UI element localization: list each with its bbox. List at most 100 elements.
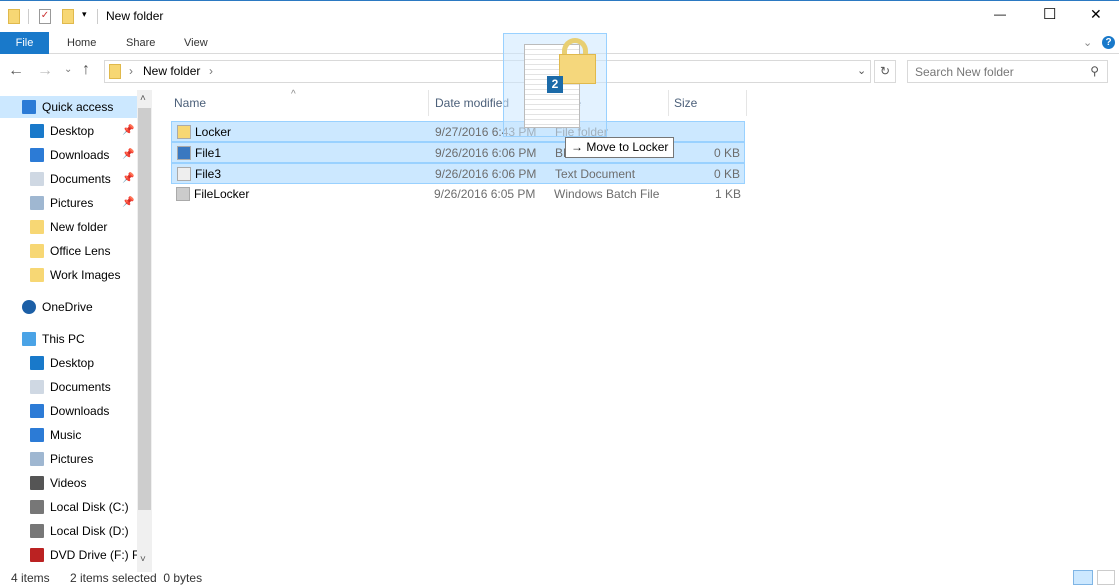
pictures-icon bbox=[30, 196, 44, 210]
file-name: Locker bbox=[195, 125, 232, 139]
drive-icon bbox=[30, 500, 44, 514]
pin-icon[interactable]: 📌 bbox=[122, 192, 134, 214]
sidebar-item-label: Pictures bbox=[50, 196, 94, 210]
file-date: 9/26/2016 6:06 PM bbox=[435, 167, 537, 181]
column-label: Size bbox=[674, 96, 698, 110]
back-icon[interactable]: ← bbox=[8, 62, 24, 80]
file-size: 0 KB bbox=[713, 146, 740, 160]
documents-icon bbox=[30, 172, 44, 186]
breadcrumb-separator: › bbox=[129, 64, 133, 78]
download-icon bbox=[30, 148, 44, 162]
large-icons-view-button[interactable] bbox=[1097, 570, 1115, 585]
scroll-down-icon[interactable]: ˅ bbox=[140, 554, 146, 565]
text-file-icon bbox=[177, 167, 191, 181]
folder-icon bbox=[109, 64, 121, 79]
expand-ribbon-icon[interactable]: ⌄ bbox=[1083, 32, 1092, 54]
details-view-button[interactable] bbox=[1073, 570, 1093, 585]
sidebar-item[interactable]: Music bbox=[0, 424, 137, 446]
pin-icon[interactable]: 📌 bbox=[122, 144, 134, 166]
scroll-up-icon[interactable]: ˄ bbox=[140, 93, 146, 104]
close-button[interactable]: ✕ bbox=[1090, 6, 1102, 23]
up-icon[interactable]: ↑ bbox=[82, 61, 90, 79]
sidebar-item[interactable]: Pictures bbox=[0, 448, 137, 470]
minimize-button[interactable]: — bbox=[994, 7, 1006, 21]
dvd-icon bbox=[30, 548, 44, 562]
sidebar-item[interactable]: Desktop bbox=[0, 352, 137, 374]
maximize-button[interactable]: ☐ bbox=[1043, 5, 1056, 23]
divider bbox=[97, 9, 98, 24]
folder-icon bbox=[177, 125, 191, 139]
sidebar-item[interactable]: OneDrive bbox=[0, 296, 137, 318]
forward-icon[interactable]: → bbox=[37, 62, 53, 80]
sidebar-item-label: Desktop bbox=[50, 124, 95, 138]
sidebar-item[interactable]: This PC bbox=[0, 328, 137, 350]
sidebar-item[interactable]: Documents bbox=[0, 376, 137, 398]
sidebar-item[interactable]: Quick access bbox=[0, 96, 137, 118]
sidebar-item-label: Downloads bbox=[50, 148, 110, 162]
sidebar-item-label: DVD Drive (F:) Fl bbox=[50, 548, 137, 562]
sidebar-scroll-thumb[interactable] bbox=[138, 108, 151, 510]
sidebar-item-label: Documents bbox=[50, 172, 111, 186]
sidebar-item[interactable]: Videos bbox=[0, 472, 137, 494]
help-icon[interactable]: ? bbox=[1102, 36, 1115, 49]
file-date: 9/26/2016 6:06 PM bbox=[435, 146, 537, 160]
videos-icon bbox=[30, 476, 44, 490]
column-label: Name bbox=[174, 96, 207, 110]
file-row[interactable]: File3 9/26/2016 6:06 PM Text Document 0 … bbox=[171, 163, 745, 184]
column-header-name[interactable]: Name ^ bbox=[169, 89, 429, 116]
sidebar-item-label: Videos bbox=[50, 476, 87, 490]
sidebar-item[interactable]: Work Images bbox=[0, 264, 137, 286]
file-name: File3 bbox=[195, 167, 222, 181]
pin-icon[interactable]: 📌 bbox=[122, 168, 134, 190]
tab-view[interactable]: View bbox=[184, 32, 208, 54]
customize-toolbar-icon[interactable]: ▾ bbox=[82, 9, 87, 20]
sidebar-item-label: New folder bbox=[50, 220, 108, 234]
file-size: 1 KB bbox=[714, 187, 741, 201]
star-icon bbox=[22, 100, 36, 114]
tab-home[interactable]: Home bbox=[67, 32, 96, 54]
desktop-icon bbox=[30, 356, 44, 370]
sidebar-item[interactable]: Office Lens bbox=[0, 240, 137, 262]
new-folder-icon[interactable] bbox=[62, 9, 74, 24]
sidebar-item[interactable]: Local Disk (C:) bbox=[0, 496, 137, 518]
file-name: FileLocker bbox=[194, 187, 250, 201]
sidebar-item[interactable]: Downloads 📌 bbox=[0, 144, 137, 166]
tooltip-text: Move to Locker bbox=[586, 140, 669, 154]
file-size: 0 KB bbox=[713, 167, 740, 181]
properties-icon[interactable]: ✓ bbox=[39, 9, 51, 24]
sidebar-item[interactable]: Downloads bbox=[0, 400, 137, 422]
sidebar-item-label: Downloads bbox=[50, 404, 110, 418]
download-icon bbox=[30, 404, 44, 418]
item-count: 4 items bbox=[11, 571, 50, 585]
sidebar-item[interactable]: Desktop 📌 bbox=[0, 120, 137, 142]
sidebar-item[interactable]: Local Disk (D:) bbox=[0, 520, 137, 542]
arrow-icon: → bbox=[571, 140, 583, 154]
column-label: Date modified bbox=[435, 96, 510, 110]
address-bar[interactable]: › New folder › ⌄ bbox=[104, 60, 871, 83]
sidebar-item-label: Work Images bbox=[50, 268, 121, 282]
window-title: New folder bbox=[106, 9, 164, 23]
pin-icon[interactable]: 📌 bbox=[122, 120, 134, 142]
onedrive-icon bbox=[22, 300, 36, 314]
selection-info: 2 items selected 0 bytes bbox=[70, 571, 203, 585]
desktop-icon bbox=[30, 124, 44, 138]
batch-file-icon bbox=[176, 187, 190, 201]
sidebar-item[interactable]: Pictures 📌 bbox=[0, 192, 137, 214]
sidebar-item[interactable]: Documents 📌 bbox=[0, 168, 137, 190]
sidebar-item[interactable]: New folder bbox=[0, 216, 137, 238]
recent-locations-icon[interactable]: ⌄ bbox=[64, 64, 72, 75]
tab-share[interactable]: Share bbox=[126, 32, 155, 54]
sidebar-item-label: Pictures bbox=[50, 452, 94, 466]
breadcrumb-item[interactable]: New folder bbox=[143, 64, 200, 78]
folder-icon bbox=[30, 268, 44, 282]
search-icon[interactable]: ⚲ bbox=[1090, 64, 1099, 78]
column-header-size[interactable]: Size bbox=[669, 90, 747, 116]
sidebar-item[interactable]: DVD Drive (F:) Fl bbox=[0, 544, 137, 566]
search-input[interactable]: Search New folder ⚲ bbox=[907, 60, 1108, 83]
refresh-icon[interactable]: ↻ bbox=[874, 60, 896, 83]
file-row[interactable]: FileLocker 9/26/2016 6:05 PM Windows Bat… bbox=[171, 184, 745, 205]
tab-file[interactable]: File bbox=[0, 32, 49, 54]
image-file-icon bbox=[177, 146, 191, 160]
address-dropdown-icon[interactable]: ⌄ bbox=[857, 64, 866, 77]
sort-ascending-icon: ^ bbox=[291, 89, 296, 100]
